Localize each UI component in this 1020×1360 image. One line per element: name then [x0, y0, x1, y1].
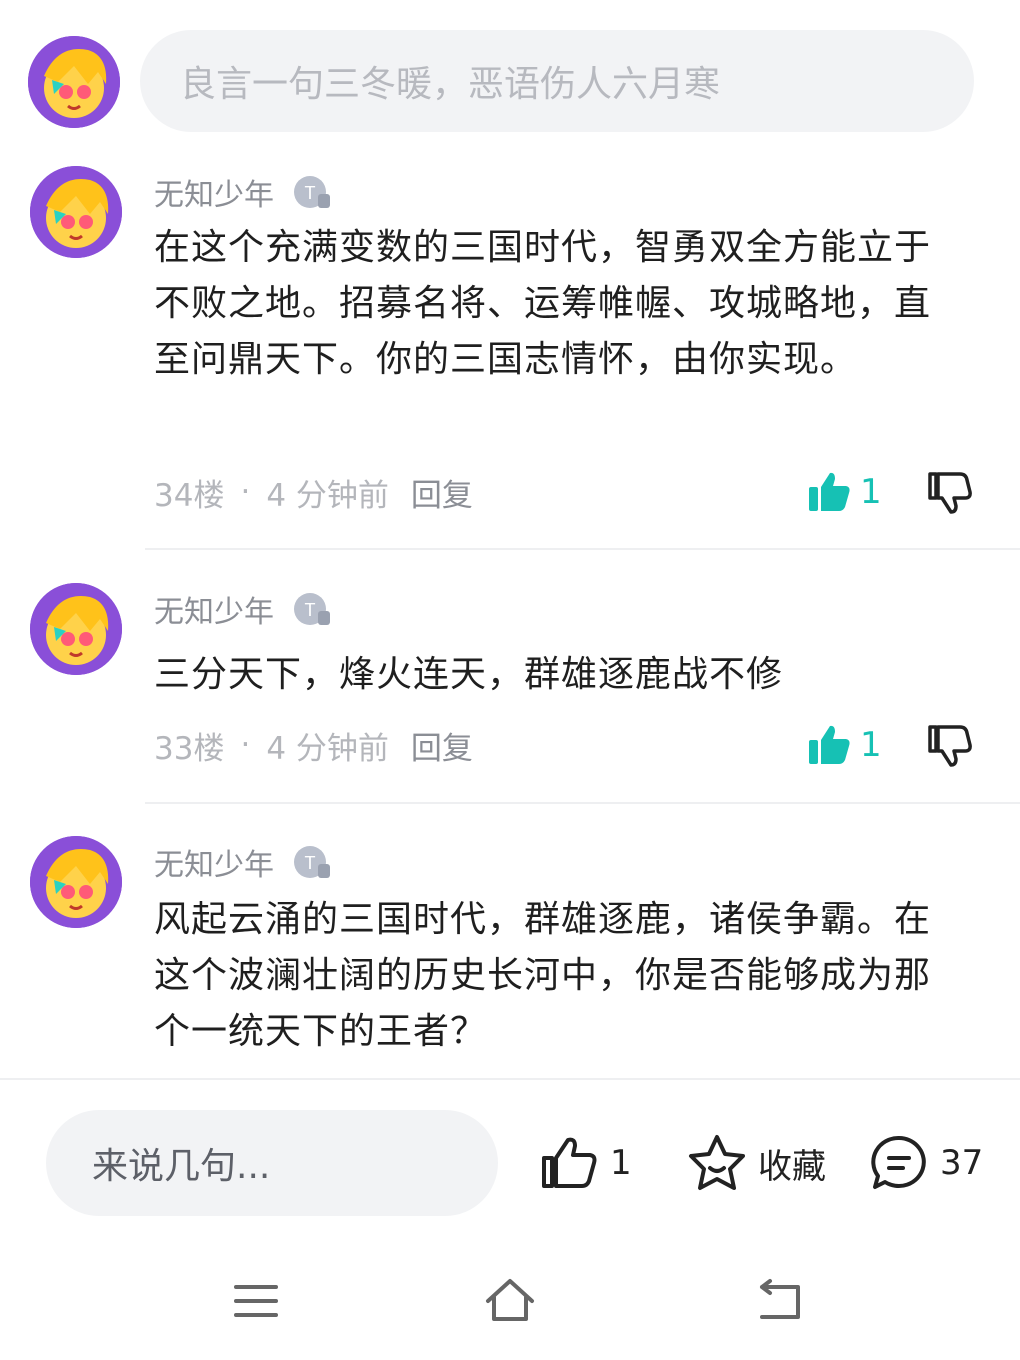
- thumbs-up-icon: [542, 1137, 597, 1188]
- menu-button[interactable]: [228, 1273, 284, 1329]
- system-nav-bar: [0, 1255, 1020, 1345]
- divider: [145, 802, 1020, 804]
- username[interactable]: 无知少年: [154, 840, 274, 884]
- dislike-button[interactable]: [924, 719, 974, 769]
- svg-text:T: T: [305, 183, 316, 203]
- post-like-button[interactable]: 1: [538, 1132, 632, 1194]
- thumbs-up-filled-icon: [809, 725, 850, 764]
- thumbs-down-icon: [928, 472, 972, 514]
- svg-text:T: T: [305, 853, 316, 873]
- like-button[interactable]: 1: [806, 721, 882, 769]
- username[interactable]: 无知少年: [154, 170, 274, 214]
- post-like-count: 1: [610, 1143, 632, 1183]
- avatar[interactable]: [30, 166, 122, 258]
- reply-input-placeholder: 来说几句...: [92, 1146, 271, 1187]
- timestamp: 4 分钟前: [266, 477, 389, 514]
- meta-separator: ·: [240, 727, 251, 763]
- level-badge-icon: T: [292, 842, 332, 882]
- level-badge-icon: T: [292, 172, 332, 212]
- reply-button[interactable]: 回复: [411, 470, 473, 515]
- avatar[interactable]: [30, 836, 122, 928]
- username[interactable]: 无知少年: [154, 587, 274, 631]
- comment-text: 在这个充满变数的三国时代，智勇双全方能立于不败之地。招募名将、运筹帷幄、攻城略地…: [154, 227, 932, 380]
- comment-input[interactable]: 良言一句三冬暖，恶语伤人六月寒: [140, 30, 974, 132]
- floor-number: 34楼: [154, 477, 225, 514]
- like-count: 1: [860, 725, 882, 765]
- like-button[interactable]: 1: [806, 468, 882, 516]
- thumbs-up-filled-icon: [809, 472, 850, 511]
- level-badge-icon: T: [292, 589, 332, 629]
- meta-separator: ·: [240, 474, 251, 510]
- floor-number: 33楼: [154, 730, 225, 767]
- comments-button[interactable]: 37: [868, 1132, 983, 1194]
- star-icon: [689, 1135, 745, 1190]
- favorite-label: 收藏: [758, 1146, 826, 1187]
- like-count: 1: [860, 472, 882, 512]
- menu-icon: [234, 1285, 278, 1317]
- back-button[interactable]: [752, 1273, 808, 1329]
- reply-button[interactable]: 回复: [411, 723, 473, 768]
- comment-bubble-icon: [871, 1135, 926, 1189]
- favorite-button[interactable]: 收藏: [686, 1132, 826, 1194]
- timestamp: 4 分钟前: [266, 730, 389, 767]
- back-icon: [760, 1279, 800, 1319]
- bottom-action-bar: 来说几句... 1 收藏 37: [0, 1078, 1020, 1225]
- comment-count: 37: [940, 1143, 984, 1183]
- home-icon: [486, 1279, 534, 1321]
- home-button[interactable]: [482, 1273, 538, 1329]
- comment-text: 风起云涌的三国时代，群雄逐鹿，诸侯争霸。在这个波澜壮阔的历史长河中，你是否能够成…: [154, 899, 932, 1052]
- comment-text: 三分天下，烽火连天，群雄逐鹿战不修: [154, 654, 784, 695]
- thumbs-down-icon: [928, 725, 972, 767]
- divider: [145, 548, 1020, 550]
- comment-input-placeholder: 良言一句三冬暖，恶语伤人六月寒: [180, 64, 721, 105]
- current-user-avatar[interactable]: [28, 36, 120, 128]
- svg-text:T: T: [305, 600, 316, 620]
- dislike-button[interactable]: [924, 466, 974, 516]
- reply-input[interactable]: 来说几句...: [46, 1110, 498, 1216]
- avatar[interactable]: [30, 583, 122, 675]
